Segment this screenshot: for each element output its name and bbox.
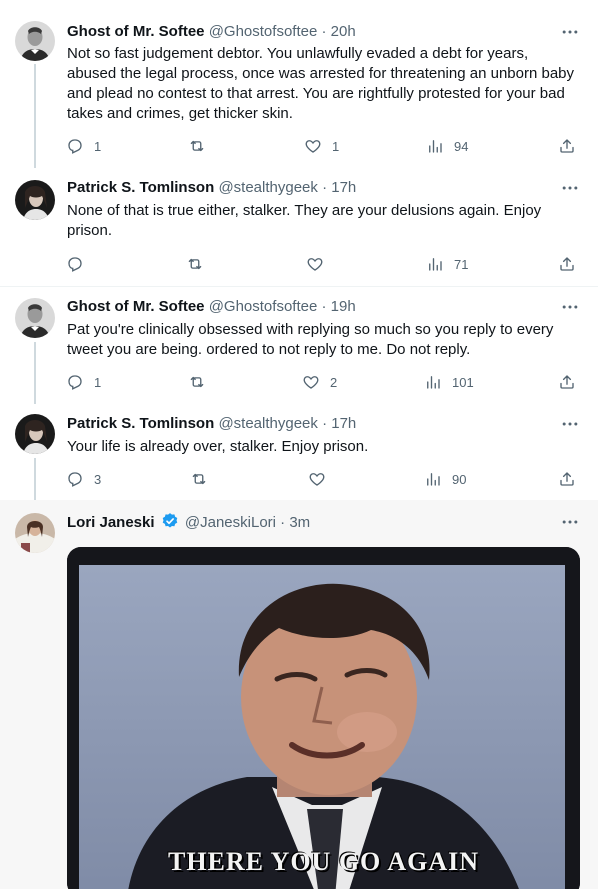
- gif-caption: THERE YOU GO AGAIN: [167, 847, 480, 876]
- reply-icon: [66, 137, 84, 155]
- display-name[interactable]: Ghost of Mr. Softee: [67, 298, 205, 315]
- timestamp[interactable]: · 20h: [321, 23, 355, 40]
- view-count: 71: [454, 256, 469, 272]
- retweet-icon: [188, 373, 206, 391]
- view-count: 101: [452, 374, 474, 390]
- handle[interactable]: @JaneskiLori: [185, 514, 276, 531]
- tweet-text: None of that is true either, stalker. Th…: [67, 202, 542, 239]
- thread-line: [34, 64, 36, 168]
- tweet-header: Lori Janeski @JaneskiLori · 3m: [67, 512, 310, 533]
- action-bar: 1 1 94: [60, 136, 590, 156]
- reply-count: 3: [94, 471, 102, 487]
- like-count: 2: [330, 374, 338, 390]
- share-button[interactable]: [558, 469, 576, 489]
- avatar[interactable]: [15, 21, 55, 61]
- thread-line: [34, 458, 36, 504]
- tweet-3[interactable]: Ghost of Mr. Softee @Ghostofsoftee · 19h…: [0, 287, 598, 404]
- more-icon[interactable]: [560, 297, 580, 317]
- tweet-text: Your life is already over, stalker. Enjo…: [67, 438, 369, 455]
- views-button[interactable]: 101: [424, 372, 474, 392]
- retweet-icon: [186, 255, 204, 273]
- reply-button[interactable]: [66, 254, 94, 274]
- share-button[interactable]: [558, 372, 576, 392]
- timestamp[interactable]: · 3m: [280, 514, 310, 531]
- like-button[interactable]: 1: [304, 136, 339, 156]
- share-icon: [558, 255, 576, 273]
- like-count: 1: [332, 138, 340, 154]
- tweet-text: Not so fast judgement debtor. You unlawf…: [67, 45, 574, 122]
- handle[interactable]: @Ghostofsoftee: [209, 298, 318, 315]
- media-gif[interactable]: THERE YOU GO AGAIN: [67, 547, 580, 889]
- like-button[interactable]: 2: [302, 372, 337, 392]
- reply-button[interactable]: 3: [66, 469, 101, 489]
- action-bar: 71: [60, 254, 590, 274]
- thread-line: [34, 342, 36, 404]
- share-icon: [558, 470, 576, 488]
- action-bar: 3 90: [60, 469, 590, 489]
- share-icon: [558, 137, 576, 155]
- tweet-2[interactable]: Patrick S. Tomlinson @stealthygeek · 17h…: [0, 168, 598, 286]
- reply-icon: [66, 470, 84, 488]
- display-name[interactable]: Ghost of Mr. Softee: [67, 23, 205, 40]
- like-icon: [304, 137, 322, 155]
- tweet-header: Patrick S. Tomlinson @stealthygeek · 17h: [67, 414, 356, 434]
- views-icon: [426, 255, 444, 273]
- share-button[interactable]: [558, 136, 576, 156]
- handle[interactable]: @Ghostofsoftee: [209, 23, 318, 40]
- views-button[interactable]: 94: [426, 136, 468, 156]
- view-count: 90: [452, 471, 467, 487]
- tweet-header: Patrick S. Tomlinson @stealthygeek · 17h: [67, 178, 356, 198]
- reply-button[interactable]: 1: [66, 372, 101, 392]
- display-name[interactable]: Patrick S. Tomlinson: [67, 179, 214, 196]
- tweet-header: Ghost of Mr. Softee @Ghostofsoftee · 19h: [67, 297, 356, 317]
- retweet-button[interactable]: [186, 254, 214, 274]
- more-icon[interactable]: [560, 414, 580, 434]
- reply-icon: [66, 255, 84, 273]
- like-icon: [308, 470, 326, 488]
- verified-badge-icon: [162, 513, 177, 528]
- retweet-button[interactable]: [190, 469, 218, 489]
- views-icon: [424, 373, 442, 391]
- avatar[interactable]: [15, 180, 55, 220]
- share-button[interactable]: [558, 254, 576, 274]
- retweet-icon: [188, 137, 206, 155]
- retweet-icon: [190, 470, 208, 488]
- avatar[interactable]: [15, 298, 55, 338]
- handle[interactable]: @stealthygeek: [218, 415, 317, 432]
- reply-icon: [66, 373, 84, 391]
- display-name[interactable]: Lori Janeski: [67, 514, 155, 531]
- views-button[interactable]: 71: [426, 254, 468, 274]
- action-bar: 1 2 101: [60, 372, 590, 392]
- display-name[interactable]: Patrick S. Tomlinson: [67, 415, 214, 432]
- gif-frame: [67, 547, 580, 889]
- handle[interactable]: @stealthygeek: [218, 179, 317, 196]
- view-count: 94: [454, 138, 469, 154]
- tweet-header: Ghost of Mr. Softee @Ghostofsoftee · 20h: [67, 22, 356, 42]
- avatar[interactable]: [15, 513, 55, 553]
- views-button[interactable]: 90: [424, 469, 466, 489]
- like-button[interactable]: [308, 469, 336, 489]
- avatar[interactable]: [15, 414, 55, 454]
- more-icon[interactable]: [560, 22, 580, 42]
- timestamp[interactable]: · 17h: [322, 179, 356, 196]
- reply-button[interactable]: 1: [66, 136, 101, 156]
- like-icon: [302, 373, 320, 391]
- tweet-text: Pat you're clinically obsessed with repl…: [67, 321, 554, 358]
- views-icon: [426, 137, 444, 155]
- retweet-button[interactable]: [188, 372, 216, 392]
- more-icon[interactable]: [560, 178, 580, 198]
- like-button[interactable]: [306, 254, 334, 274]
- reply-count: 1: [94, 138, 102, 154]
- tweet-1[interactable]: Ghost of Mr. Softee @Ghostofsoftee · 20h…: [0, 0, 598, 168]
- timestamp[interactable]: · 19h: [321, 298, 355, 315]
- views-icon: [424, 470, 442, 488]
- tweet-4[interactable]: Patrick S. Tomlinson @stealthygeek · 17h…: [0, 404, 598, 504]
- reply-count: 1: [94, 374, 102, 390]
- like-icon: [306, 255, 324, 273]
- more-icon[interactable]: [560, 512, 580, 532]
- share-icon: [558, 373, 576, 391]
- retweet-button[interactable]: [188, 136, 216, 156]
- timestamp[interactable]: · 17h: [322, 415, 356, 432]
